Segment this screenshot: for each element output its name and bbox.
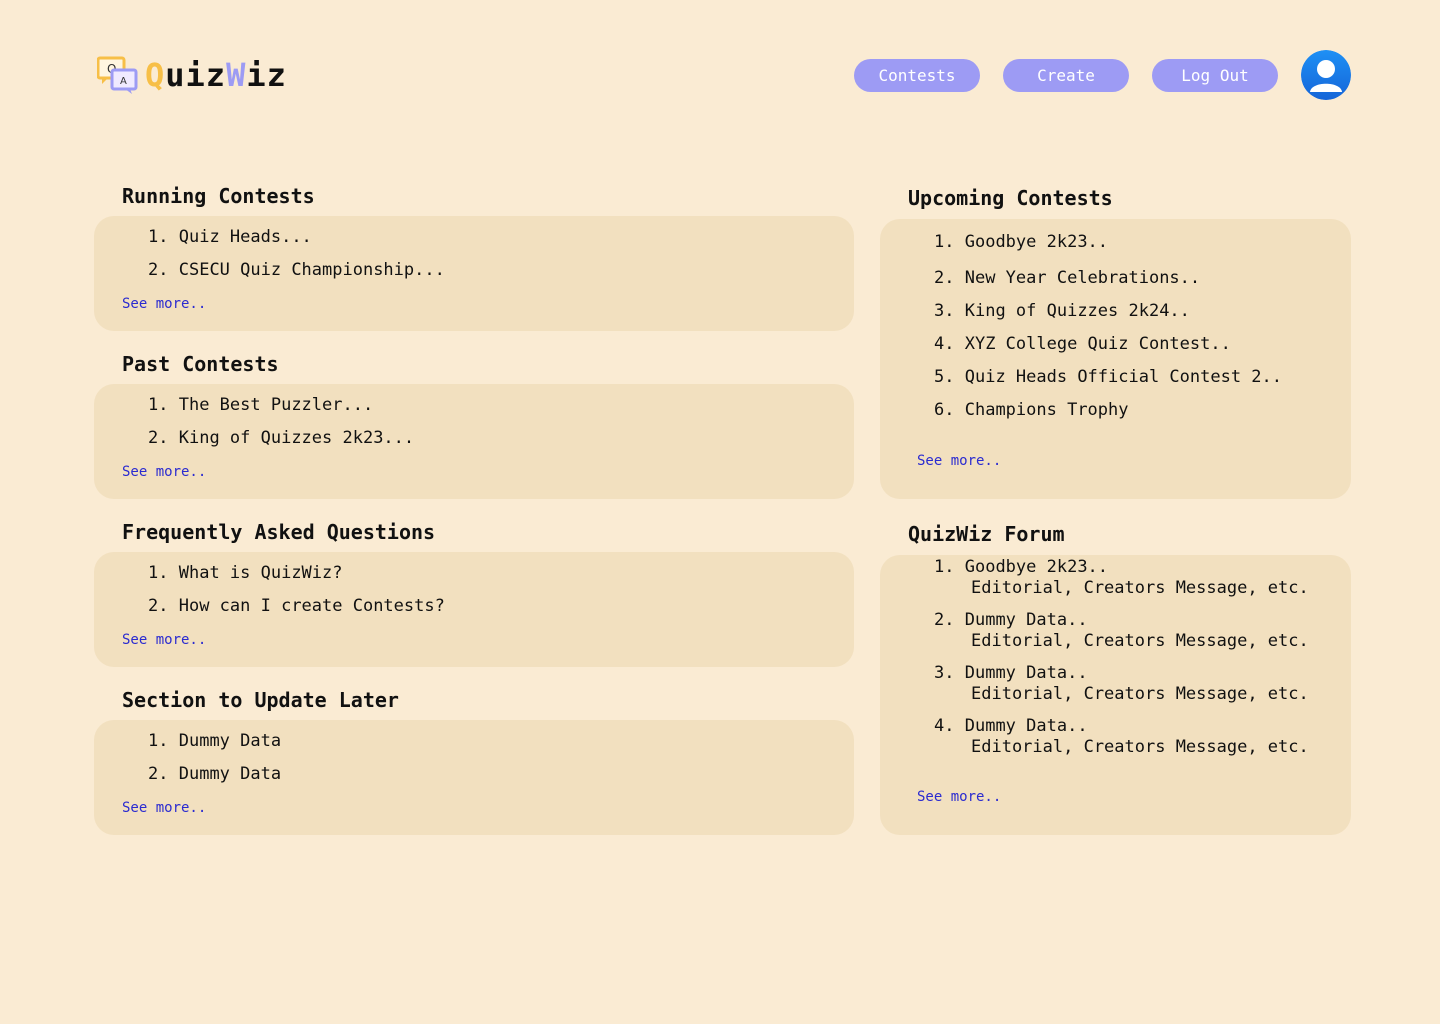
list-item[interactable]: 2. New Year Celebrations.. [934,267,1200,289]
faq-card: 1. What is QuizWiz? 2. How can I create … [94,552,854,667]
past-contests-title: Past Contests [122,352,279,376]
contest-link: Quiz Heads... [178,227,312,247]
list-item[interactable]: 2. Dummy Data [148,763,281,785]
list-item[interactable]: 2. CSECU Quiz Championship... [148,259,445,281]
app-name-uiz: uiz [165,56,227,94]
qa-chat-bubbles-icon: Q A [97,56,138,94]
contest-link: New Year Celebrations.. [964,268,1201,288]
running-see-more-link[interactable]: See more.. [122,295,206,313]
item-link: Dummy Data [178,731,282,751]
app-logo[interactable]: Q A QuizWiz [97,53,287,97]
forum-title: QuizWiz Forum [908,522,1065,546]
forum-post-title[interactable]: 3. Dummy Data.. [934,662,1088,684]
forum-see-more-link[interactable]: See more.. [917,788,1001,806]
list-item[interactable]: 3. King of Quizzes 2k24.. [934,300,1190,322]
forum-card: 1. Goodbye 2k23.. Editorial, Creators Me… [880,555,1351,835]
forum-post-subtitle: Editorial, Creators Message, etc. [971,684,1309,704]
forum-post-title[interactable]: 1. Goodbye 2k23.. [934,556,1108,578]
update-later-title: Section to Update Later [122,688,399,712]
user-avatar-icon [1301,50,1351,100]
list-item[interactable]: 2. How can I create Contests? [148,595,445,617]
contest-link: XYZ College Quiz Contest.. [964,334,1231,354]
upcoming-contests-card: 1. Goodbye 2k23.. 2. New Year Celebratio… [880,219,1351,499]
logout-button[interactable]: Log Out [1152,59,1278,92]
past-see-more-link[interactable]: See more.. [122,463,206,481]
contest-link: King of Quizzes 2k23... [178,428,415,448]
contest-link: CSECU Quiz Championship... [178,260,445,280]
list-item[interactable]: 6. Champions Trophy [934,399,1129,421]
update-later-card: 1. Dummy Data 2. Dummy Data See more.. [94,720,854,835]
forum-post-subtitle: Editorial, Creators Message, etc. [971,737,1309,757]
user-avatar[interactable] [1301,50,1351,100]
app-name-q: Q [145,56,166,94]
forum-post-title[interactable]: 4. Dummy Data.. [934,715,1088,737]
logo-a-letter: A [120,76,127,87]
item-link: Dummy Data [178,764,282,784]
forum-post-title[interactable]: 2. Dummy Data.. [934,609,1088,631]
list-item[interactable]: 1. The Best Puzzler... [148,394,373,416]
list-item[interactable]: 1. Goodbye 2k23.. [934,231,1108,253]
running-contests-card: 1. Quiz Heads... 2. CSECU Quiz Champions… [94,216,854,331]
contest-link: Quiz Heads Official Contest 2.. [964,367,1283,387]
contest-link: The Best Puzzler... [178,395,374,415]
running-contests-title: Running Contests [122,184,315,208]
forum-post-subtitle: Editorial, Creators Message, etc. [971,631,1309,651]
update-later-see-more-link[interactable]: See more.. [122,799,206,817]
faq-link: What is QuizWiz? [178,563,343,583]
upcoming-see-more-link[interactable]: See more.. [917,452,1001,470]
create-button[interactable]: Create [1003,59,1129,92]
contest-link: King of Quizzes 2k24.. [964,301,1190,321]
list-item[interactable]: 1. Dummy Data [148,730,281,752]
list-item[interactable]: 2. King of Quizzes 2k23... [148,427,414,449]
contest-link: Goodbye 2k23.. [964,232,1109,252]
list-item[interactable]: 4. XYZ College Quiz Contest.. [934,333,1231,355]
list-item[interactable]: 1. What is QuizWiz? [148,562,343,584]
list-item[interactable]: 1. Quiz Heads... [148,226,312,248]
faq-title: Frequently Asked Questions [122,520,436,544]
upcoming-contests-title: Upcoming Contests [908,186,1113,210]
app-name: QuizWiz [145,53,287,97]
app-name-iz: iz [246,56,287,94]
faq-link: How can I create Contests? [178,596,445,616]
app-name-w: W [226,56,247,94]
past-contests-card: 1. The Best Puzzler... 2. King of Quizze… [94,384,854,499]
forum-post-subtitle: Editorial, Creators Message, etc. [971,578,1309,598]
contests-button[interactable]: Contests [854,59,980,92]
contest-link: Champions Trophy [964,400,1129,420]
faq-see-more-link[interactable]: See more.. [122,631,206,649]
list-item[interactable]: 5. Quiz Heads Official Contest 2.. [934,366,1282,388]
